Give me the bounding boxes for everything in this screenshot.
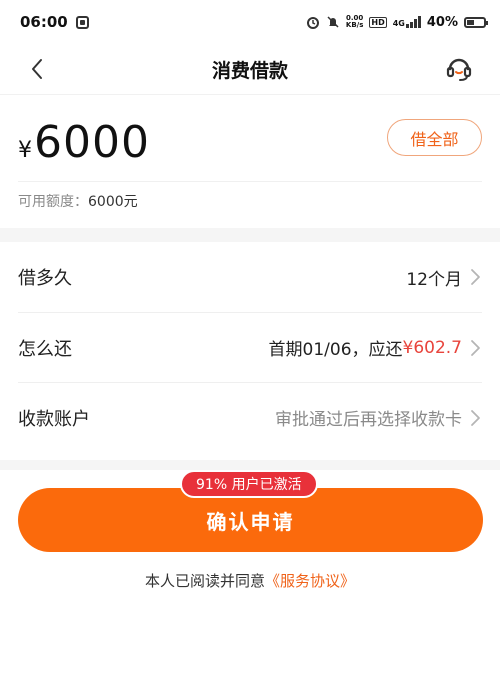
option-term[interactable]: 借多久 12个月: [18, 242, 482, 312]
option-label: 收款账户: [18, 408, 90, 430]
option-value: 12个月: [406, 269, 462, 290]
chevron-right-icon: [471, 409, 480, 426]
app-notification-icon: [75, 15, 89, 29]
status-time: 06:00: [20, 13, 68, 31]
alarm-icon: [306, 17, 319, 29]
agreement-text: 本人已阅读并同意《服务协议》: [0, 570, 500, 591]
available-value: 6000元: [88, 194, 138, 210]
headset-icon: [446, 58, 472, 81]
section-divider: [0, 460, 500, 470]
divider: [18, 181, 482, 182]
first-payment-amount: ¥602.7: [402, 337, 462, 358]
agreement-label: 本人已阅读并同意: [144, 572, 265, 590]
loan-options-list: 借多久 12个月 怎么还 首期01/06，应还 ¥602.7 收款账户 审批通过…: [0, 242, 500, 460]
hd-badge: HD: [369, 16, 387, 28]
currency-symbol: ¥: [18, 138, 32, 163]
service-agreement-link[interactable]: 《服务协议》: [265, 572, 355, 590]
activation-badge: 91% 用户已激活: [180, 470, 318, 498]
confirm-area: 确认申请 91% 用户已激活: [18, 470, 483, 552]
amount-section: ¥ 6000 借全部 可用额度： 6000元: [0, 94, 500, 228]
battery-icon: [464, 16, 488, 28]
network-speed: 0.00 KB/s: [345, 14, 364, 29]
back-button[interactable]: [22, 54, 52, 84]
option-receiving-account[interactable]: 收款账户 审批通过后再选择收款卡: [18, 382, 482, 452]
chevron-right-icon: [471, 269, 480, 285]
option-value: 首期01/06，应还: [268, 340, 403, 360]
customer-service-button[interactable]: [442, 52, 476, 86]
network-type: 4G: [392, 19, 405, 28]
chevron-right-icon: [471, 339, 480, 356]
chevron-left-icon: [32, 59, 42, 79]
option-repayment[interactable]: 怎么还 首期01/06，应还 ¥602.7: [18, 312, 482, 382]
signal-icon: [405, 16, 421, 28]
option-value: 审批通过后再选择收款卡: [275, 410, 462, 430]
option-label: 借多久: [18, 268, 72, 289]
loan-amount[interactable]: ¥ 6000: [18, 117, 150, 168]
nav-bar: 消费借款: [0, 44, 500, 94]
borrow-all-button[interactable]: 借全部: [387, 119, 482, 156]
option-label: 怎么还: [18, 338, 72, 360]
battery-percent: 40%: [426, 14, 458, 30]
available-credit: 可用额度： 6000元: [18, 191, 138, 211]
page-title: 消费借款: [211, 59, 288, 82]
amount-value[interactable]: 6000: [34, 117, 150, 168]
available-label: 可用额度：: [18, 194, 88, 210]
mute-icon: [327, 16, 339, 28]
section-divider: [0, 228, 500, 242]
status-bar: 06:00 0.00 KB/s HD 4G 40%: [0, 0, 500, 44]
